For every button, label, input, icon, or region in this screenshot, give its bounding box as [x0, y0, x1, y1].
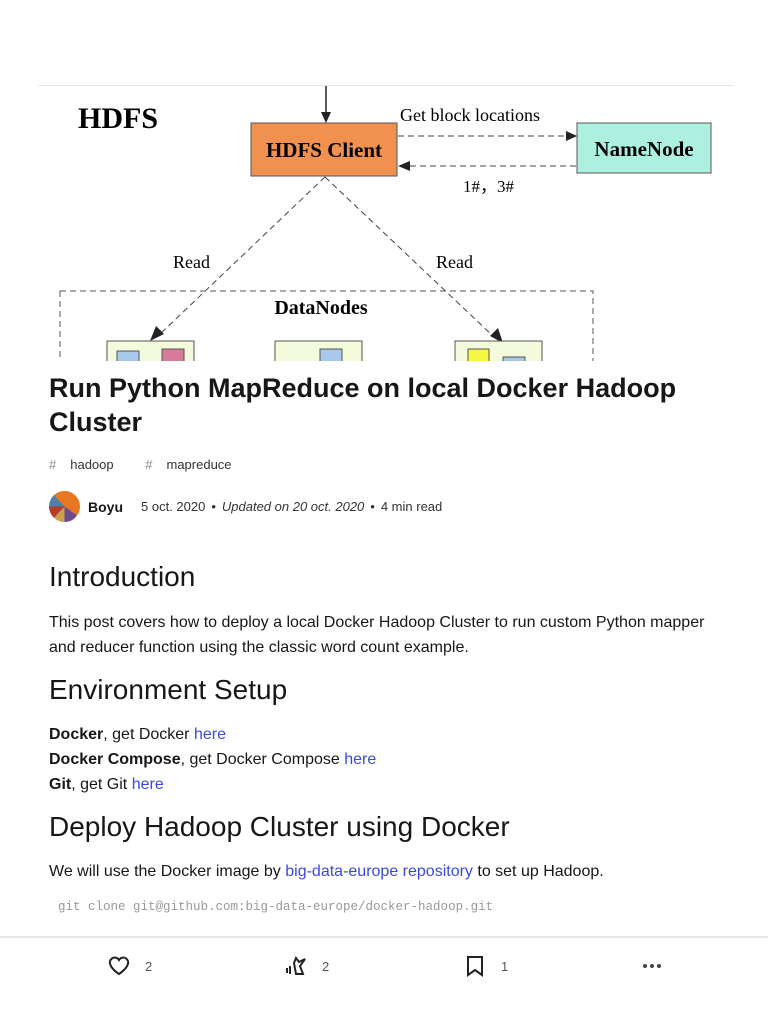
docker-link[interactable]: here	[194, 726, 226, 743]
unicorn-button[interactable]: 2	[284, 954, 329, 978]
bookmark-button[interactable]: 1	[463, 954, 508, 978]
git-link[interactable]: here	[132, 776, 164, 793]
diagram-heading: HDFS	[78, 102, 158, 135]
env-item-name: Docker	[49, 726, 104, 743]
env-heading: Environment Setup	[49, 674, 288, 705]
env-item-name: Git	[49, 776, 72, 793]
intro-paragraph: This post covers how to deploy a local D…	[49, 614, 705, 656]
code-block: git clone git@github.com:big-data-europe…	[58, 900, 494, 914]
namenode-label: NameNode	[594, 137, 693, 161]
cover-image: HDFS HDFS Client NameNode Get block loca…	[38, 85, 734, 361]
article-title: Run Python MapReduce on local Docker Had…	[49, 373, 677, 437]
like-button[interactable]: 2	[107, 954, 152, 978]
repo-link[interactable]: big-data-europe repository	[285, 863, 473, 880]
read-left-label: Read	[173, 252, 210, 272]
docker-compose-link[interactable]: here	[344, 751, 376, 768]
deploy-heading: Deploy Hadoop Cluster using Docker	[49, 811, 510, 842]
deploy-text: to set up Hadoop.	[472, 863, 604, 880]
like-count: 2	[145, 958, 153, 974]
avatar[interactable]	[49, 491, 80, 522]
unicorn-count: 2	[322, 958, 330, 974]
datanodes-label: DataNodes	[274, 297, 368, 319]
more-icon	[643, 964, 661, 968]
tag-label: mapreduce	[166, 457, 232, 472]
bookmark-count: 1	[501, 958, 509, 974]
request-label: Get block locations	[400, 105, 540, 125]
tag-mapreduce[interactable]: # mapreduce	[145, 457, 245, 472]
author-name[interactable]: Boyu	[88, 499, 123, 515]
unicorn-icon	[286, 955, 306, 975]
env-item-text: , get Docker	[103, 726, 194, 743]
env-item-text: , get Docker Compose	[180, 751, 345, 768]
deploy-text: We will use the Docker image by	[49, 863, 286, 880]
response-label: 1#，3#	[463, 177, 514, 196]
env-list: Docker, get Docker here Docker Compose, …	[49, 722, 729, 797]
publish-date: 5 oct. 2020	[141, 499, 206, 514]
tag-list: # hadoop # mapreduce	[49, 457, 260, 472]
env-item-text: , get Git	[71, 776, 132, 793]
intro-heading: Introduction	[49, 561, 196, 592]
author-row: Boyu 5 oct. 2020 • Updated on 20 oct. 20…	[49, 491, 442, 522]
action-bar: 2 2 1	[0, 936, 768, 1024]
updated-date: Updated on 20 oct. 2020	[221, 499, 365, 514]
tag-hadoop[interactable]: # hadoop	[49, 457, 128, 472]
bookmark-icon	[467, 956, 483, 977]
deploy-paragraph: We will use the Docker image by big-data…	[49, 859, 729, 884]
more-options-button[interactable]	[640, 954, 664, 978]
read-right-label: Read	[436, 252, 473, 272]
hdfs-client-label: HDFS Client	[266, 138, 382, 162]
env-item-name: Docker Compose	[49, 751, 181, 768]
read-time: 4 min read	[380, 499, 443, 514]
tag-label: hadoop	[70, 457, 114, 472]
heart-icon	[108, 956, 130, 976]
